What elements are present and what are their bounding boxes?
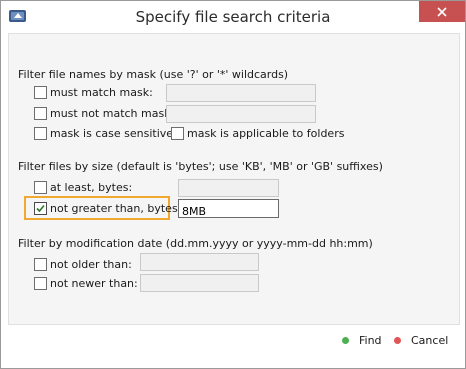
at-least-checkbox[interactable] [34,181,47,194]
not-older-label: not older than: [50,258,132,271]
mask-section-heading: Filter file names by mask (use '?' or '*… [18,68,289,81]
must-not-match-label: must not match mask: [50,107,175,120]
size-section-heading: Filter files by size (default is 'bytes'… [18,160,383,173]
not-newer-input[interactable] [141,278,258,295]
checkmark-icon [36,204,45,213]
must-match-label: must match mask: [50,86,153,99]
not-older-field[interactable] [140,253,259,274]
case-sensitive-label: mask is case sensitive [50,127,174,140]
find-label: Find [359,334,382,347]
must-match-checkbox[interactable] [34,86,47,99]
folders-label: mask is applicable to folders [187,127,345,140]
close-icon [437,6,447,17]
not-older-input[interactable] [141,257,258,274]
dialog-title: Specify file search criteria [135,8,331,26]
find-dot-icon [342,337,349,344]
folders-checkbox[interactable] [171,127,184,140]
case-sensitive-checkbox[interactable] [34,127,47,140]
cancel-dot-icon [394,337,401,344]
date-section-heading: Filter by modification date (dd.mm.yyyy … [18,237,373,250]
cancel-button[interactable]: Cancel [394,334,448,347]
at-least-label: at least, bytes: [50,181,133,194]
find-button[interactable]: Find [342,334,382,347]
at-least-field[interactable] [178,179,279,200]
must-match-input[interactable] [167,88,315,105]
at-least-input[interactable] [179,183,278,200]
not-newer-label: not newer than: [50,277,138,290]
dialog-window: Specify file search criteria Filter file… [0,0,466,369]
not-newer-field[interactable] [140,274,259,295]
must-match-field[interactable] [166,84,316,105]
criteria-panel: Filter file names by mask (use '?' or '*… [8,33,460,325]
not-greater-input[interactable] [179,203,278,220]
title-bar[interactable]: Specify file search criteria [1,1,465,33]
not-older-checkbox[interactable] [34,258,47,271]
not-newer-checkbox[interactable] [34,277,47,290]
must-not-match-field[interactable] [166,105,316,126]
must-not-match-checkbox[interactable] [34,107,47,120]
not-greater-label: not greater than, bytes: [50,202,182,215]
not-greater-field[interactable] [178,199,279,220]
cancel-label: Cancel [411,334,449,347]
close-button[interactable] [419,1,465,22]
not-greater-checkbox[interactable] [34,202,47,215]
must-not-match-input[interactable] [167,109,315,126]
